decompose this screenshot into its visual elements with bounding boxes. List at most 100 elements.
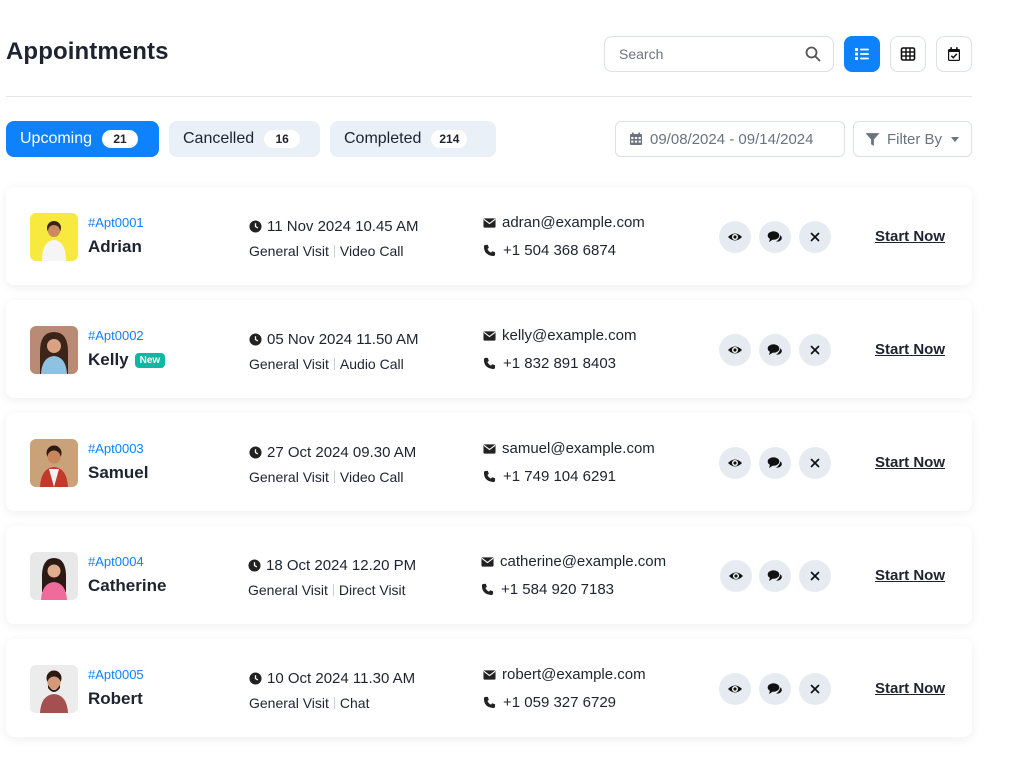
appointment-card: #Apt0004 Catherine 18 Oct 2024 12.20 PM … (6, 526, 972, 624)
view-button[interactable] (719, 334, 751, 366)
tab-upcoming[interactable]: Upcoming 21 (6, 121, 159, 157)
view-button[interactable] (719, 221, 751, 253)
patient-phone: +1 584 920 7183 (481, 581, 614, 598)
email-text: samuel@example.com (502, 440, 655, 457)
tab-completed-count: 214 (431, 130, 468, 148)
envelope-icon (481, 556, 494, 567)
eye-icon (729, 572, 743, 580)
close-icon (810, 684, 820, 694)
phone-text: +1 749 104 6291 (503, 468, 617, 485)
eye-icon (728, 346, 742, 354)
visit-type: General Visit Video Call (249, 243, 403, 259)
appointment-id[interactable]: #Apt0001 (88, 215, 144, 230)
avatar[interactable] (30, 326, 78, 374)
visit-category: General Visit (249, 243, 329, 259)
avatar[interactable] (30, 665, 78, 713)
eye-icon (728, 233, 742, 241)
start-now-link[interactable]: Start Now (875, 454, 945, 471)
tab-cancelled[interactable]: Cancelled 16 (169, 121, 320, 157)
search-icon[interactable] (805, 46, 821, 62)
cancel-button[interactable] (799, 447, 831, 479)
close-icon (810, 458, 820, 468)
start-now-link[interactable]: Start Now (875, 680, 945, 697)
appointment-card: #Apt0001 Adrian 11 Nov 2024 10.45 AM Gen… (6, 187, 972, 285)
patient-name-text: Samuel (88, 463, 149, 482)
appointment-id[interactable]: #Apt0005 (88, 667, 144, 682)
cancel-button[interactable] (799, 560, 831, 592)
phone-text: +1 059 327 6729 (503, 694, 617, 711)
avatar[interactable] (30, 552, 78, 600)
patient-name: Robert (88, 689, 143, 709)
avatar[interactable] (30, 439, 78, 487)
patient-phone: +1 504 368 6874 (483, 242, 616, 259)
visit-type: General Visit Audio Call (249, 356, 404, 372)
clock-icon (249, 220, 262, 233)
appointment-datetime: 18 Oct 2024 12.20 PM (248, 557, 416, 574)
list-view-icon (855, 48, 869, 60)
patient-phone: +1 832 891 8403 (483, 355, 616, 372)
date-range-value: 09/08/2024 - 09/14/2024 (650, 130, 814, 148)
phone-text: +1 584 920 7183 (501, 581, 615, 598)
phone-icon (483, 470, 496, 483)
avatar[interactable] (30, 213, 78, 261)
patient-phone: +1 749 104 6291 (483, 468, 616, 485)
appointment-datetime: 10 Oct 2024 11.30 AM (249, 670, 415, 687)
chat-button[interactable] (759, 334, 791, 366)
appointment-datetime: 11 Nov 2024 10.45 AM (249, 218, 419, 235)
chat-button[interactable] (759, 673, 791, 705)
email-text: kelly@example.com (502, 327, 637, 344)
visit-mode: Video Call (339, 469, 404, 485)
visit-mode: Audio Call (339, 356, 404, 372)
patient-name-text: Adrian (88, 237, 142, 256)
patient-name: Catherine (88, 576, 166, 596)
phone-icon (483, 357, 496, 370)
appointment-id[interactable]: #Apt0002 (88, 328, 144, 343)
view-button[interactable] (720, 560, 752, 592)
chat-icon (767, 344, 782, 355)
chat-button[interactable] (759, 560, 791, 592)
tab-upcoming-label: Upcoming (20, 130, 93, 147)
visit-category: General Visit (249, 695, 329, 711)
start-now-link[interactable]: Start Now (875, 228, 945, 245)
calendar-view-icon (948, 47, 960, 61)
phone-icon (481, 583, 494, 596)
tab-completed[interactable]: Completed 214 (330, 121, 496, 157)
close-icon (810, 232, 820, 242)
envelope-icon (483, 443, 496, 454)
grid-view-icon (900, 47, 916, 61)
list-view-button[interactable] (844, 36, 880, 72)
chat-button[interactable] (759, 221, 791, 253)
search-input[interactable] (619, 37, 799, 71)
clock-icon (249, 333, 262, 346)
date-range-picker[interactable]: 09/08/2024 - 09/14/2024 (615, 121, 845, 157)
envelope-icon (483, 669, 496, 680)
tab-completed-label: Completed (344, 130, 422, 147)
phone-icon (483, 244, 496, 257)
start-now-link[interactable]: Start Now (875, 567, 945, 584)
calendar-icon (630, 132, 642, 145)
cancel-button[interactable] (799, 673, 831, 705)
close-icon (810, 345, 820, 355)
calendar-view-button[interactable] (936, 36, 972, 72)
view-button[interactable] (719, 447, 751, 479)
chat-icon (767, 570, 782, 581)
cancel-button[interactable] (799, 334, 831, 366)
grid-view-button[interactable] (890, 36, 926, 72)
eye-icon (728, 459, 742, 467)
email-text: adran@example.com (502, 214, 645, 231)
patient-email: kelly@example.com (483, 327, 636, 344)
view-button[interactable] (719, 673, 751, 705)
filter-by-dropdown[interactable]: Filter By (853, 121, 972, 157)
chevron-down-icon (951, 136, 960, 142)
appointment-id[interactable]: #Apt0004 (88, 554, 144, 569)
appointment-datetime: 27 Oct 2024 09.30 AM (249, 444, 416, 461)
visit-mode: Chat (339, 695, 370, 711)
start-now-link[interactable]: Start Now (875, 341, 945, 358)
visit-category: General Visit (248, 582, 328, 598)
patient-name: Kelly New (88, 350, 166, 370)
datetime-text: 27 Oct 2024 09.30 AM (267, 444, 417, 461)
cancel-button[interactable] (799, 221, 831, 253)
appointment-id[interactable]: #Apt0003 (88, 441, 144, 456)
chat-button[interactable] (759, 447, 791, 479)
patient-email: samuel@example.com (483, 440, 655, 457)
